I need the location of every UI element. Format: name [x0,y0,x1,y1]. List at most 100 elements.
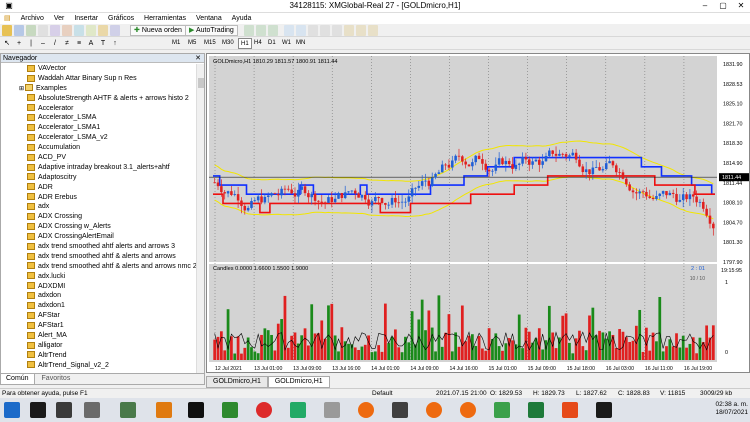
menu-herramientas[interactable]: Herramientas [140,13,190,24]
horizontal-line-icon[interactable]: – [38,38,48,49]
app-icon-6[interactable] [324,402,340,418]
trendline-icon[interactable]: / [50,38,60,49]
firefox-icon-2[interactable] [426,402,442,418]
text-icon[interactable]: A [86,38,96,49]
chart-window[interactable]: 1831.90 1828.53 1825.10 1821.70 1818.30 1814.… [206,53,750,373]
navigator-item[interactable]: adxdon [1,291,197,301]
xm-icon[interactable] [188,402,204,418]
start-icon[interactable] [4,402,20,418]
terminal-icon[interactable] [62,25,72,36]
navigator-close-icon[interactable]: ✕ [195,54,201,63]
new-chart-icon[interactable] [2,25,12,36]
navigator-item[interactable]: adx.lucki [1,272,197,282]
data-window-icon[interactable] [38,25,48,36]
navigator-item[interactable]: ADR Erebus [1,193,197,203]
history-icon[interactable] [98,25,108,36]
navigator-item[interactable]: ADR [1,183,197,193]
menu-insertar[interactable]: Insertar [70,13,102,24]
menu-icon[interactable]: ▤ [0,13,15,24]
search-icon[interactable] [30,402,46,418]
tab-favoritos[interactable]: Favoritos [37,374,76,384]
crosshair-icon[interactable]: + [14,38,24,49]
navigator-item[interactable]: AltrTrend [1,351,197,361]
autotrading-button[interactable]: ▶ AutoTrading [185,25,238,36]
navigator-item[interactable]: Accelerator_LSMA [1,113,197,123]
line-chart-icon[interactable] [268,25,278,36]
navigator-item[interactable]: AbsoluteStrength AHTF & alerts + arrows … [1,94,197,104]
app-icon-5[interactable] [290,402,306,418]
navigator-item[interactable]: AFStar1 [1,321,197,331]
app-icon-2[interactable] [120,402,136,418]
navigator-scrollbar[interactable] [196,64,204,374]
navigator-item[interactable]: AltrTrend_Signal_v2_2 [1,361,197,371]
app-icon-9[interactable] [562,402,578,418]
navigator-item[interactable]: VAVector [1,64,197,74]
tf-m15[interactable]: M15 [202,38,218,49]
navigator-item[interactable]: adx trend smoothed ahtf alerts and arrow… [1,242,197,252]
navigator-item[interactable]: Accelerator_LSMA_v2 [1,133,197,143]
candlestick-icon[interactable] [256,25,266,36]
chart-tab-1[interactable]: GOLDmicro,H1 [206,376,268,388]
navigator-item[interactable]: alligator [1,341,197,351]
app-icon-10[interactable] [596,402,612,418]
task-view-icon[interactable] [56,402,72,418]
app-icon[interactable]: ▣ [0,0,18,12]
navigator-item[interactable]: ADX Crossing [1,212,197,222]
navigator-icon[interactable] [50,25,60,36]
periods-icon[interactable] [356,25,366,36]
templates-icon[interactable] [368,25,378,36]
editor-icon[interactable] [86,25,96,36]
tf-w1[interactable]: W1 [280,38,293,49]
close-button[interactable]: ✕ [732,0,750,12]
tf-m5[interactable]: M5 [186,38,198,49]
app-icon-1[interactable] [84,402,100,418]
app-icon-7[interactable] [392,402,408,418]
navigator-item[interactable]: adx trend smoothed ahtf & alerts and arr… [1,262,197,272]
profiles-icon[interactable] [14,25,24,36]
chart-tab-2[interactable]: GOLDmicro,H1 [267,376,330,388]
autoscroll-icon[interactable] [332,25,342,36]
scroll-thumb[interactable] [198,78,204,88]
navigator-item[interactable]: ADX Crossing w_Alerts [1,222,197,232]
chart-shift-icon[interactable] [320,25,330,36]
tf-m1[interactable]: M1 [170,38,182,49]
navigator-item[interactable]: Waddah Attar Binary Sup n Res [1,74,197,84]
cursor-icon[interactable]: ↖ [2,38,12,49]
market-watch-icon[interactable] [26,25,36,36]
indicators-icon[interactable] [344,25,354,36]
firefox-icon[interactable] [358,402,374,418]
tf-mn[interactable]: MN [294,38,307,49]
new-order-button[interactable]: ✚ Nueva orden [130,25,186,36]
app-icon-3[interactable] [156,402,172,418]
channel-icon[interactable]: ≠ [62,38,72,49]
options-icon[interactable] [110,25,120,36]
navigator-item[interactable]: ACD_PV [1,153,197,163]
navigator-item[interactable]: Adaptoscitry [1,173,197,183]
fibonacci-icon[interactable]: ≡ [74,38,84,49]
navigator-item[interactable]: adxdon1 [1,301,197,311]
navigator-item[interactable]: Adaptive intraday breakout 3.1_alerts+ah… [1,163,197,173]
menu-graficos[interactable]: Gráficos [104,13,138,24]
tester-icon[interactable] [74,25,84,36]
navigator-item[interactable]: adx trend smoothed ahtf & alerts and arr… [1,252,197,262]
tile-windows-icon[interactable] [308,25,318,36]
maximize-button[interactable]: ▢ [714,0,732,12]
menu-ayuda[interactable]: Ayuda [228,13,256,24]
tf-h4[interactable]: H4 [252,38,264,49]
navigator-item[interactable]: Accelerator [1,104,197,114]
excel-icon[interactable] [528,402,544,418]
arrows-icon[interactable]: ↑ [110,38,120,49]
navigator-item[interactable]: ⊞ Examples [1,84,197,94]
menu-ventana[interactable]: Ventana [192,13,226,24]
firefox-icon-3[interactable] [460,402,476,418]
app-icon-8[interactable] [494,402,510,418]
menu-ver[interactable]: Ver [50,13,69,24]
app-icon-4[interactable] [222,402,238,418]
tf-h1[interactable]: H1 [238,38,252,49]
navigator-item[interactable]: Accumulation [1,143,197,153]
zoom-in-icon[interactable] [284,25,294,36]
minimize-button[interactable]: – [696,0,714,12]
navigator-item[interactable]: AFStar [1,311,197,321]
navigator-item[interactable]: Alert_MA [1,331,197,341]
navigator-item[interactable]: ADX CrossingAlertEmail [1,232,197,242]
